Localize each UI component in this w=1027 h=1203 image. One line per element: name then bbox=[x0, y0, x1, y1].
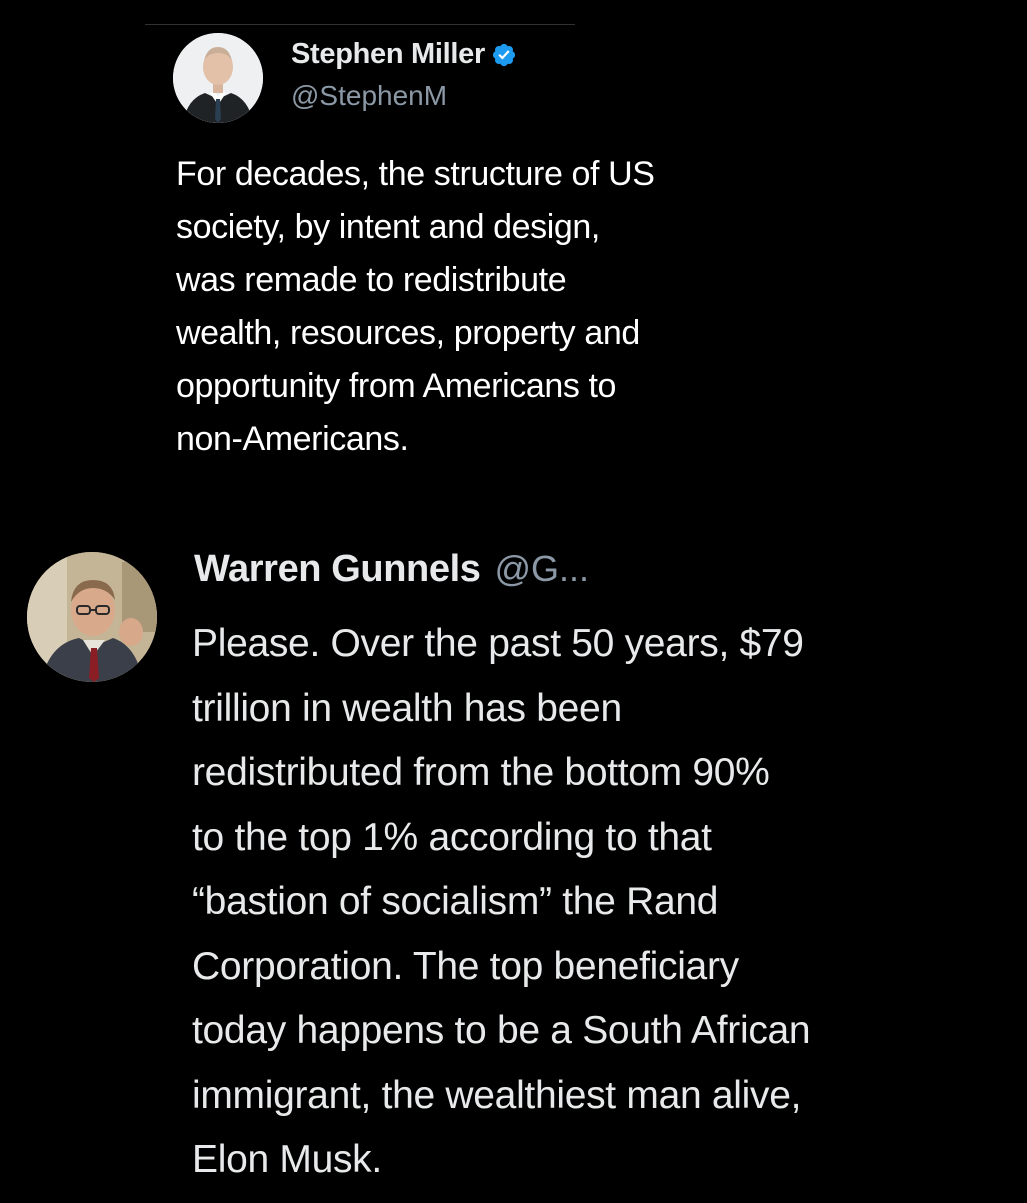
author-name-row: Stephen Miller bbox=[291, 38, 517, 71]
reply-name-row: Warren Gunnels @G... bbox=[194, 548, 589, 591]
verified-badge-icon bbox=[491, 42, 517, 68]
tweet-text: For decades, the structure of US society… bbox=[176, 155, 655, 458]
author-handle[interactable]: @StephenM bbox=[291, 80, 447, 112]
reply-author-avatar[interactable] bbox=[27, 552, 157, 682]
author-avatar[interactable] bbox=[173, 33, 263, 123]
avatar-photo-icon bbox=[27, 552, 157, 682]
reply-author-display-name[interactable]: Warren Gunnels bbox=[194, 548, 481, 591]
author-display-name[interactable]: Stephen Miller bbox=[291, 38, 485, 71]
avatar-photo-icon bbox=[173, 33, 263, 123]
reply-author-handle[interactable]: @G... bbox=[495, 548, 590, 590]
reply-tweet-text: Please. Over the past 50 years, $79 tril… bbox=[192, 622, 811, 1181]
top-divider bbox=[145, 24, 575, 25]
